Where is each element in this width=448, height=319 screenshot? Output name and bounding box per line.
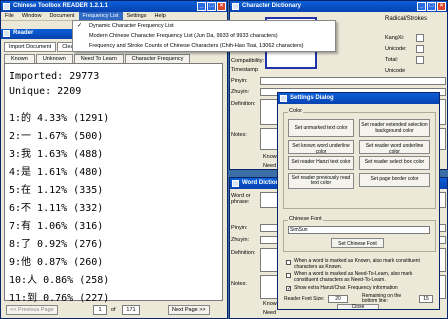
freq-row: 8:了 0.92% (276)	[9, 239, 104, 250]
pinyin-field[interactable]	[260, 77, 446, 85]
reader-tabs: Import Document Clear	[4, 42, 81, 52]
reader-title: Reader	[13, 30, 34, 36]
main-titlebar: Chinese Toolbox READER 1.2.1.1 _ □ ×	[1, 1, 227, 12]
next-page-button[interactable]: Next Page >>	[168, 305, 210, 315]
settings-titlebar: Settings Dialog	[278, 93, 439, 104]
word-zhuyin-label: Zhuyin:	[231, 237, 250, 243]
word-phrase-label: Word or phrase:	[231, 193, 251, 205]
close-button[interactable]: Close	[337, 304, 379, 309]
pager: << Previous Page 1 of 171 Next Page >>	[4, 304, 223, 317]
menu-item-jun-da[interactable]: Modern Chinese Character Frequency List …	[73, 31, 335, 41]
timestamp-label: Timestamp	[231, 67, 258, 73]
menu-help[interactable]: Help	[150, 12, 169, 20]
settings-title: Settings Dialog	[290, 95, 334, 101]
definition-label: Definition:	[231, 101, 256, 107]
opt-extra-info-checkbox[interactable]: ✓	[286, 286, 291, 292]
worddict-icon	[232, 180, 239, 187]
close-icon[interactable]: ×	[217, 2, 226, 11]
font-size-label: Reader Font Size:	[284, 296, 325, 302]
reader-word-underline-button[interactable]: Set reader word underline color	[359, 140, 430, 155]
word-notes-label: Notes:	[231, 281, 247, 287]
hanzi-text-color-button[interactable]: Set reader Hanzi text color	[288, 156, 354, 170]
unique-count: Unique: 2209	[9, 86, 82, 97]
opt-need-constituents-label: When a word is marked as Need-To-Learn, …	[294, 271, 413, 283]
opt-need-constituents-checkbox[interactable]	[286, 273, 291, 278]
settings-icon	[280, 95, 287, 102]
font-group-label: Chinese Font	[288, 216, 323, 222]
menu-document[interactable]: Document	[45, 12, 78, 20]
app-icon	[3, 3, 10, 10]
radical-strokes-title: Radical/Strokes	[385, 16, 428, 22]
compatibility-label: Compatibility:	[231, 58, 265, 64]
zhuyin-label: Zhuyin:	[231, 89, 250, 95]
menu-item-tsai[interactable]: Frequency and Stroke Counts of Chinese C…	[73, 41, 335, 51]
close-icon[interactable]: ×	[437, 2, 446, 11]
extended-selection-color-button[interactable]: Set reader extended selection background…	[359, 119, 430, 137]
page-input[interactable]: 1	[93, 305, 107, 315]
page-border-color-button[interactable]: Set page border color	[359, 173, 430, 187]
of-label: of	[111, 307, 116, 313]
freq-row: 2:一 1.67% (500)	[9, 131, 104, 142]
need-label: Need	[263, 163, 277, 169]
total-label: Total:	[385, 57, 399, 63]
chardict-icon	[232, 3, 239, 10]
remaining-label: Remaining on the bottom line:	[362, 293, 402, 304]
freq-row: 4:是 1.61% (480)	[9, 167, 104, 178]
freq-row: 7:有 1.06% (316)	[9, 221, 104, 232]
imported-count: Imported: 29773	[9, 71, 100, 82]
word-need-label: Need	[263, 310, 277, 316]
set-chinese-font-button[interactable]: Set Chinese Font	[331, 238, 384, 248]
freq-row: 6:不 1.11% (332)	[9, 203, 104, 214]
menu-window[interactable]: Window	[18, 12, 46, 20]
minimize-icon[interactable]: _	[197, 2, 206, 11]
settings-dialog: Settings Dialog Color Set unmarked text …	[277, 92, 440, 310]
chinese-font-field[interactable]: SimSun	[288, 226, 430, 234]
menu-item-dynamic[interactable]: Dynamic Character Frequency List	[73, 21, 335, 31]
word-definition-label: Definition:	[231, 250, 256, 256]
freq-row: 9:他 0.87% (260)	[9, 257, 104, 268]
kangxi-field[interactable]	[416, 34, 424, 42]
chardict-titlebar: Character Dictionary _ □ ×	[230, 1, 447, 12]
frequency-text-pane[interactable]: Imported: 29773 Unique: 2209 1:的 4.33% (…	[4, 63, 223, 304]
word-pinyin-label: Pinyin:	[231, 225, 248, 231]
reader-icon	[3, 30, 10, 37]
unmarked-color-button[interactable]: Set unmarked text color	[288, 119, 354, 137]
previously-read-color-button[interactable]: Set reader previously read text color	[288, 173, 354, 189]
freq-row: 10:人 0.86% (258)	[9, 275, 110, 286]
unicode-label: Unicode:	[385, 46, 407, 52]
maximize-icon[interactable]: □	[207, 2, 216, 11]
previous-page-button[interactable]: << Previous Page	[6, 305, 58, 315]
color-group-label: Color	[288, 108, 304, 114]
maximize-icon[interactable]: □	[427, 2, 436, 11]
font-size-spinner[interactable]: 20	[328, 295, 348, 303]
kangxi-label: KangXi:	[385, 35, 405, 41]
freq-row: 11:到 0.76% (227)	[9, 293, 110, 304]
remaining-field[interactable]: 15	[419, 295, 433, 303]
notes-label: Notes:	[231, 132, 247, 138]
total-field[interactable]	[416, 56, 424, 64]
import-document-tab[interactable]: Import Document	[4, 42, 57, 52]
frequency-list-menu: Dynamic Character Frequency List Modern …	[72, 20, 336, 52]
opt-known-constituents-label: When a word is marked as Known, also mar…	[294, 258, 420, 270]
menu-frequency-list[interactable]: Frequency List	[78, 12, 123, 20]
total-pages: 171	[122, 305, 140, 315]
menu-file[interactable]: File	[1, 12, 18, 20]
freq-row: 3:我 1.63% (488)	[9, 149, 104, 160]
main-title: Chinese Toolbox READER 1.2.1.1	[13, 3, 108, 9]
freq-row: 1:的 4.33% (1291)	[9, 113, 110, 124]
select-box-color-button[interactable]: Set reader select box color	[359, 156, 430, 170]
unicode-caption: Unicode	[385, 68, 406, 74]
unicode-stroke-field[interactable]	[416, 45, 424, 53]
pinyin-label: Pinyin:	[231, 78, 248, 84]
minimize-icon[interactable]: _	[417, 2, 426, 11]
opt-known-constituents-checkbox[interactable]	[286, 260, 291, 265]
opt-extra-info-label: Show extra Hanzi/Char. Frequency informa…	[294, 285, 398, 291]
known-underline-color-button[interactable]: Set known word underline color	[288, 140, 354, 155]
freq-row: 5:在 1.12% (335)	[9, 185, 104, 196]
menu-settings[interactable]: Settings	[123, 12, 151, 20]
chardict-title: Character Dictionary	[242, 3, 302, 9]
